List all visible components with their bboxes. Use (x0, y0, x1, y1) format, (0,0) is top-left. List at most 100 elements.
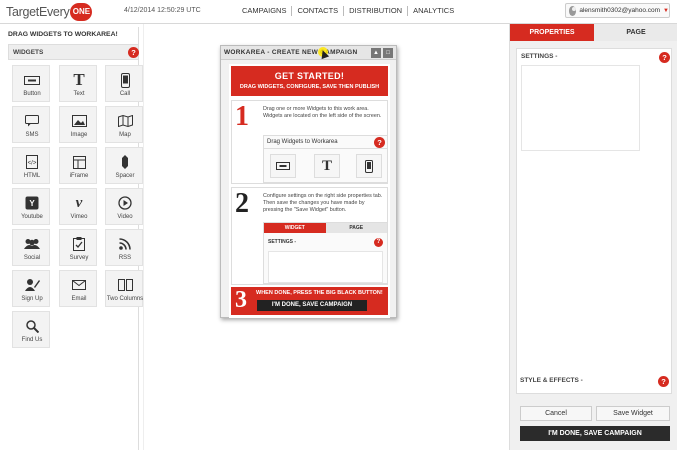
top-bar: TargetEvery ONE 4/12/2014 12:50:29 UTC C… (0, 0, 677, 24)
widget-social[interactable]: Social (12, 229, 50, 266)
widget-email[interactable]: Email (59, 270, 97, 307)
rss-icon (106, 236, 144, 252)
youtube-icon: Y (13, 195, 51, 211)
button-icon (13, 72, 51, 88)
widget-label: Youtube (21, 214, 43, 220)
step-1-panel-header: Drag Widgets to Workarea ? (264, 136, 387, 149)
done-save-campaign-button[interactable]: I'M DONE, SAVE CAMPAIGN (520, 426, 670, 441)
caret-down-icon: ▼ (663, 7, 669, 14)
widget-html[interactable]: </> HTML (12, 147, 50, 184)
html-icon: </> (13, 154, 51, 170)
user-email: alensmith0302@yahoo.com (579, 7, 661, 14)
widget-label: Button (23, 91, 41, 97)
mouse-cursor-icon (318, 47, 328, 57)
workarea-window: WORKAREA - CREATE NEW CAMPAIGN ▲ □ GET S… (220, 45, 397, 318)
widget-image[interactable]: Image (59, 106, 97, 143)
step-2-properties-preview: WIDGET PAGE SETTINGS - ? (263, 222, 388, 284)
step-3-text: WHEN DONE, PRESS THE BIG BLACK BUTTON! (256, 290, 383, 296)
style-effects-label: STYLE & EFFECTS - (520, 377, 583, 384)
text-icon: T (73, 70, 85, 89)
widget-sms[interactable]: SMS (12, 106, 50, 143)
widget-rss[interactable]: RSS (105, 229, 143, 266)
collapse-icon[interactable]: ▲ (371, 48, 381, 58)
widget-label: RSS (118, 255, 132, 261)
phone-icon (356, 154, 382, 178)
image-icon (60, 113, 98, 129)
step-1-panel-title: Drag Widgets to Workarea (267, 139, 338, 145)
save-widget-button[interactable]: Save Widget (596, 406, 670, 421)
widget-button[interactable]: Button (12, 65, 50, 102)
step-1-number: 1 (235, 101, 249, 132)
workarea-canvas[interactable]: GET STARTED! DRAG WIDGETS, CONFIGURE, SA… (229, 64, 390, 318)
user-menu[interactable]: alensmith0302@yahoo.com ▼ (565, 3, 670, 18)
help-icon[interactable]: ? (128, 47, 139, 58)
widget-label: Map (119, 132, 131, 138)
step-1: 1 Drag one or more Widgets to this work … (231, 100, 388, 184)
widget-youtube[interactable]: Y Youtube (12, 188, 50, 225)
nav-campaigns[interactable]: CAMPAIGNS (237, 6, 293, 16)
widgets-header-label: WIDGETS (13, 49, 44, 56)
tab-properties[interactable]: PROPERTIES (510, 24, 594, 41)
widget-text[interactable]: T Text (59, 65, 97, 102)
help-icon[interactable]: ? (658, 376, 669, 387)
settings-content[interactable] (521, 65, 640, 151)
app-root: TargetEvery ONE 4/12/2014 12:50:29 UTC C… (0, 0, 677, 450)
help-icon[interactable]: ? (659, 52, 670, 63)
step-1-text: Drag one or more Widgets to this work ar… (263, 106, 382, 119)
widget-label: Social (23, 255, 41, 261)
step-2-tab-widget: WIDGET (264, 223, 326, 233)
step-3-number: 3 (235, 287, 247, 313)
nav-distribution[interactable]: DISTRIBUTION (344, 6, 409, 16)
unlock-icon[interactable]: □ (383, 48, 393, 58)
style-effects-section[interactable]: STYLE & EFFECTS - ? (516, 374, 672, 390)
widget-label: Spacer (115, 173, 135, 179)
cancel-button[interactable]: Cancel (520, 406, 592, 421)
widget-label: Find Us (21, 337, 43, 343)
step-2-settings-label: SETTINGS - (268, 239, 297, 245)
timestamp: 4/12/2014 12:50:29 UTC (124, 7, 201, 14)
user-avatar-icon (569, 5, 577, 16)
step-2-tabs: WIDGET PAGE (264, 223, 387, 233)
widget-label: iFrame (69, 173, 89, 179)
widget-label: Two Columns (106, 296, 144, 302)
widget-iframe[interactable]: iFrame (59, 147, 97, 184)
get-started-banner: GET STARTED! DRAG WIDGETS, CONFIGURE, SA… (231, 66, 388, 96)
logo-badge: ONE (70, 3, 93, 21)
widget-call[interactable]: Call (105, 65, 143, 102)
widget-find-us[interactable]: Find Us (12, 311, 50, 348)
spacer-icon (106, 154, 144, 170)
step-2-tab-page: PAGE (325, 223, 387, 233)
find-us-icon (13, 318, 51, 334)
help-icon: ? (374, 238, 383, 247)
widget-label: HTML (23, 173, 41, 179)
widget-label: Image (70, 132, 88, 138)
widget-survey[interactable]: Survey (59, 229, 97, 266)
widget-spacer[interactable]: Spacer (105, 147, 143, 184)
widget-vimeo[interactable]: v Vimeo (59, 188, 97, 225)
logo[interactable]: TargetEvery ONE (6, 2, 93, 22)
help-icon[interactable]: ? (374, 137, 385, 148)
nav-analytics[interactable]: ANALYTICS (408, 6, 459, 16)
sms-icon (13, 113, 51, 129)
step-2: 2 Configure settings on the right side p… (231, 187, 388, 285)
widget-two-columns[interactable]: Two Columns (105, 270, 143, 307)
button-icon (270, 154, 296, 178)
nav-contacts[interactable]: CONTACTS (292, 6, 345, 16)
vimeo-icon: v (75, 194, 83, 211)
widget-label: Sign Up (21, 296, 43, 302)
video-icon (106, 195, 144, 211)
svg-text:</>: </> (28, 161, 37, 167)
workarea-header: WORKAREA - CREATE NEW CAMPAIGN ▲ □ (221, 46, 396, 60)
widget-label: Survey (69, 255, 89, 261)
widget-label: Call (119, 91, 131, 97)
widget-map[interactable]: Map (105, 106, 143, 143)
widget-sign-up[interactable]: Sign Up (12, 270, 50, 307)
widget-label: SMS (25, 132, 39, 138)
step-3: 3 WHEN DONE, PRESS THE BIG BLACK BUTTON!… (231, 287, 388, 315)
email-icon (60, 277, 98, 293)
widgets-panel-title: DRAG WIDGETS TO WORKAREA! (8, 31, 118, 38)
tab-page[interactable]: PAGE (594, 24, 677, 41)
widget-label: Vimeo (70, 214, 88, 220)
signup-icon (13, 277, 51, 293)
widget-video[interactable]: Video (105, 188, 143, 225)
